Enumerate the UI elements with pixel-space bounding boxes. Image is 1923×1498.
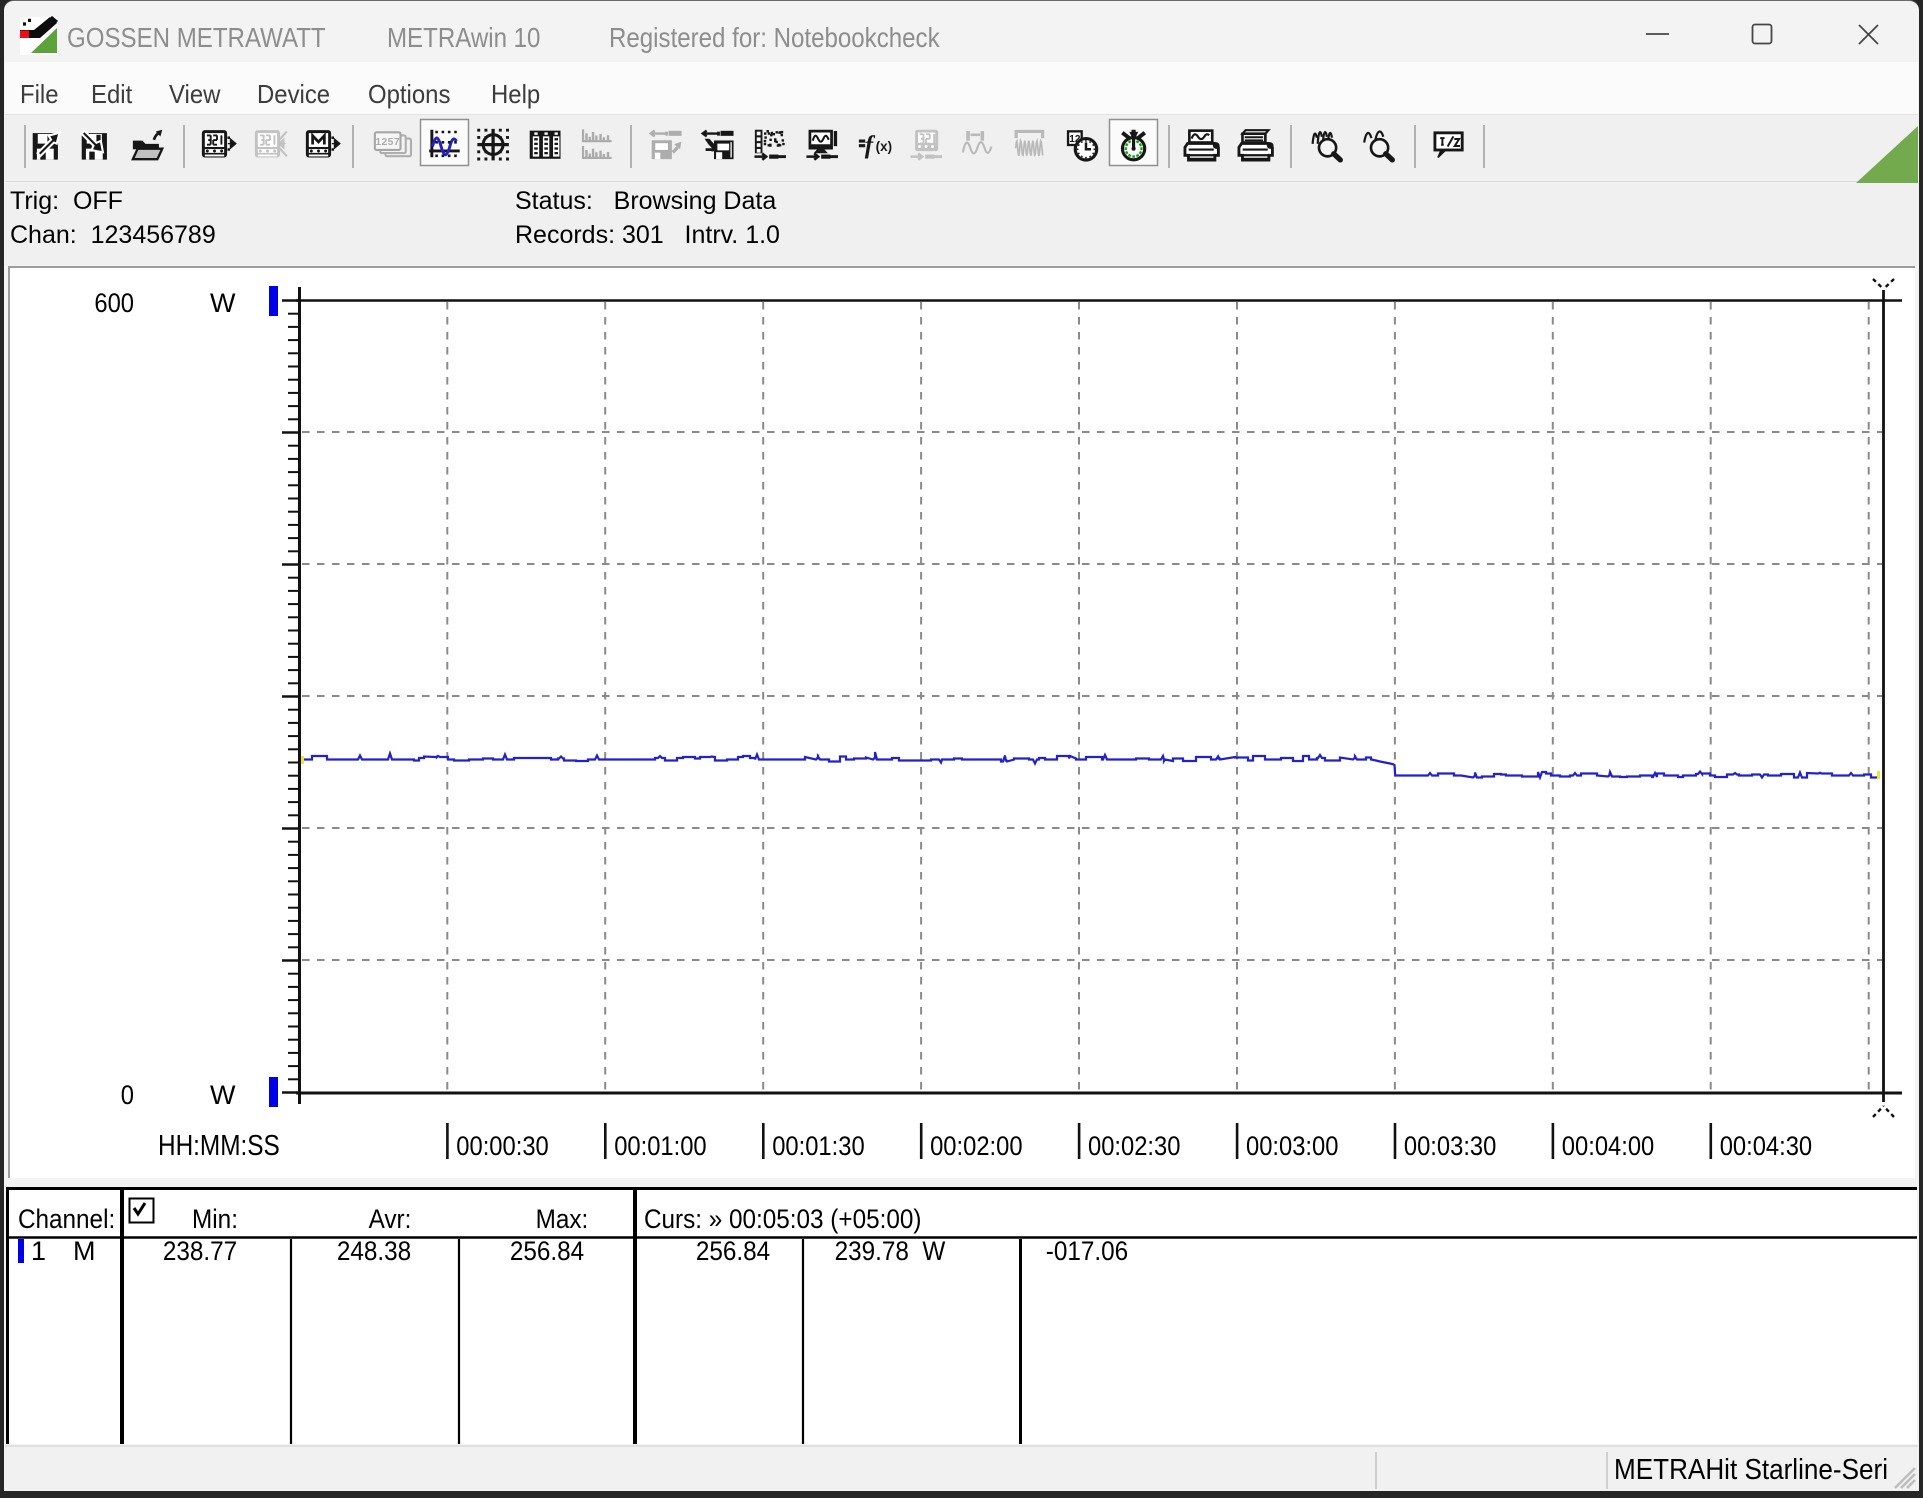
svg-text:00:03:00: 00:03:00: [1246, 1132, 1338, 1162]
svg-text:Records: 301 Intrv. 1.0: Records: 301 Intrv. 1.0: [515, 221, 780, 249]
svg-text:1: 1: [31, 1236, 46, 1266]
svg-text:Avr:: Avr:: [369, 1205, 412, 1234]
svg-text:(x): (x): [876, 139, 892, 154]
svg-text:W: W: [210, 288, 236, 318]
svg-text:0: 0: [121, 1081, 134, 1111]
svg-text:00:01:00: 00:01:00: [614, 1132, 706, 1162]
svg-text:Trig: OFF: Trig: OFF: [10, 187, 123, 215]
svg-text:Max:: Max:: [536, 1205, 589, 1234]
svg-text:Curs: » 00:05:03 (+05:00): Curs: » 00:05:03 (+05:00): [644, 1205, 921, 1234]
svg-text:238.77: 238.77: [163, 1237, 237, 1266]
svg-text:239.78 W: 239.78 W: [835, 1237, 946, 1266]
svg-text:00:02:00: 00:02:00: [930, 1132, 1022, 1162]
svg-text:256.84: 256.84: [510, 1237, 584, 1266]
svg-text:248.38: 248.38: [337, 1237, 411, 1266]
svg-text:00:04:00: 00:04:00: [1562, 1132, 1654, 1162]
svg-text:METRAHit Starline-Seri: METRAHit Starline-Seri: [1614, 1453, 1888, 1486]
svg-text:-017.06: -017.06: [1046, 1237, 1128, 1266]
svg-text:Channel:: Channel:: [18, 1205, 115, 1234]
svg-text:256.84: 256.84: [696, 1237, 770, 1266]
svg-text:M: M: [73, 1236, 96, 1266]
svg-text:00:01:30: 00:01:30: [772, 1132, 864, 1162]
svg-text:Chan: 123456789: Chan: 123456789: [10, 221, 216, 249]
svg-text:f: f: [865, 132, 876, 159]
svg-text:00:00:30: 00:00:30: [456, 1132, 548, 1162]
svg-text:600: 600: [94, 289, 134, 319]
svg-text:1257: 1257: [375, 137, 400, 148]
svg-text:W: W: [210, 1080, 236, 1110]
svg-text:00:02:30: 00:02:30: [1088, 1132, 1180, 1162]
svg-text:HH:MM:SS: HH:MM:SS: [158, 1129, 280, 1161]
svg-text:00:03:30: 00:03:30: [1404, 1132, 1496, 1162]
svg-text:00:04:30: 00:04:30: [1720, 1132, 1812, 1162]
svg-text:Status: Browsing Data: Status: Browsing Data: [515, 187, 776, 215]
svg-text:Min:: Min:: [192, 1205, 238, 1234]
